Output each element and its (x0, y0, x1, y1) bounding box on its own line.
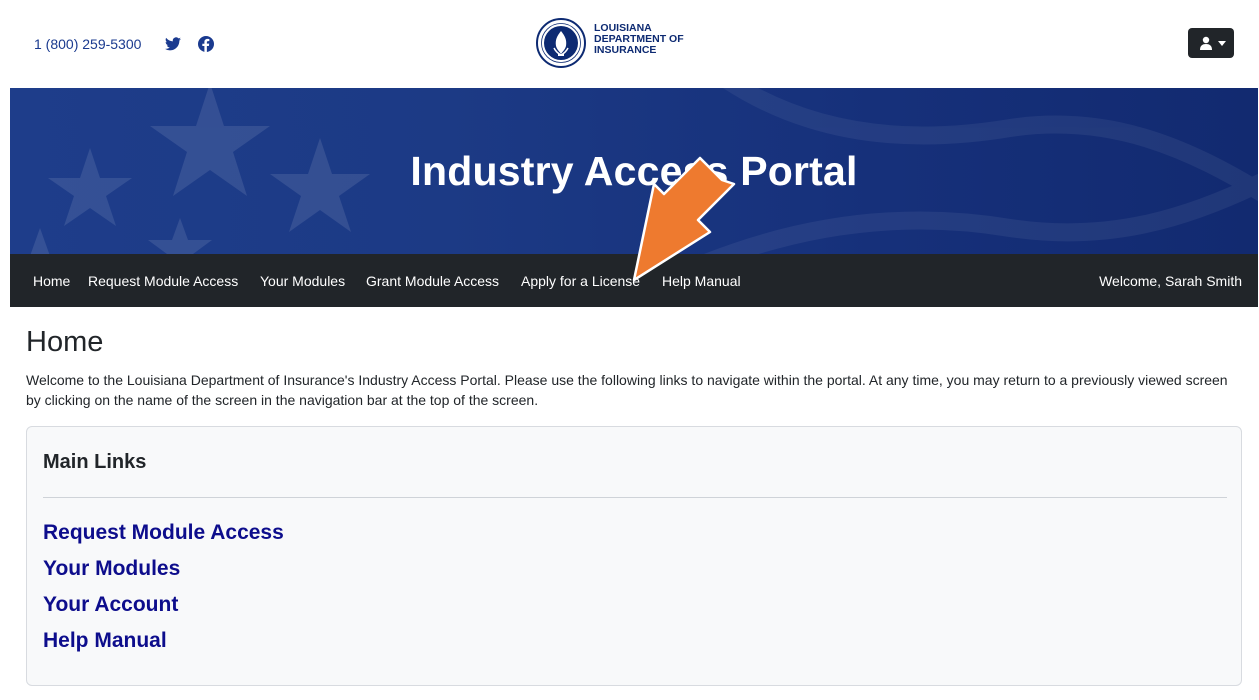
link-your-account[interactable]: Your Account (43, 593, 178, 617)
top-header: 1 (800) 259-5300 LOUISIANA DEPARTMENT OF… (10, 6, 1258, 88)
twitter-icon[interactable] (165, 37, 181, 51)
nav-item-your-modules[interactable]: Your Modules (260, 273, 345, 289)
link-help-manual[interactable]: Help Manual (43, 629, 167, 653)
page-title: Home (26, 326, 104, 358)
logo-text: LOUISIANA DEPARTMENT OF INSURANCE (594, 23, 684, 56)
nav-item-home[interactable]: Home (33, 273, 70, 289)
intro-text: Welcome to the Louisiana Department of I… (26, 372, 1228, 408)
orange-arrow-annotation (632, 156, 736, 282)
link-request-module-access[interactable]: Request Module Access (43, 521, 284, 545)
card-title: Main Links (43, 451, 147, 473)
welcome-user-text: Welcome, Sarah Smith (1099, 273, 1242, 289)
logo-line-3: INSURANCE (594, 44, 657, 56)
ldi-logo[interactable]: LOUISIANA DEPARTMENT OF INSURANCE (536, 18, 696, 68)
nav-item-grant-module-access[interactable]: Grant Module Access (366, 273, 499, 289)
user-icon (1200, 36, 1212, 50)
chevron-down-icon (1218, 41, 1226, 46)
link-your-modules[interactable]: Your Modules (43, 557, 180, 581)
nav-item-request-module-access[interactable]: Request Module Access (88, 273, 238, 289)
divider (43, 497, 1227, 498)
state-seal-icon (536, 18, 586, 68)
main-links-card: Main Links Request Module Access Your Mo… (26, 426, 1242, 686)
user-menu-button[interactable] (1188, 28, 1234, 58)
facebook-icon[interactable] (198, 36, 214, 52)
phone-link[interactable]: 1 (800) 259-5300 (34, 36, 141, 52)
